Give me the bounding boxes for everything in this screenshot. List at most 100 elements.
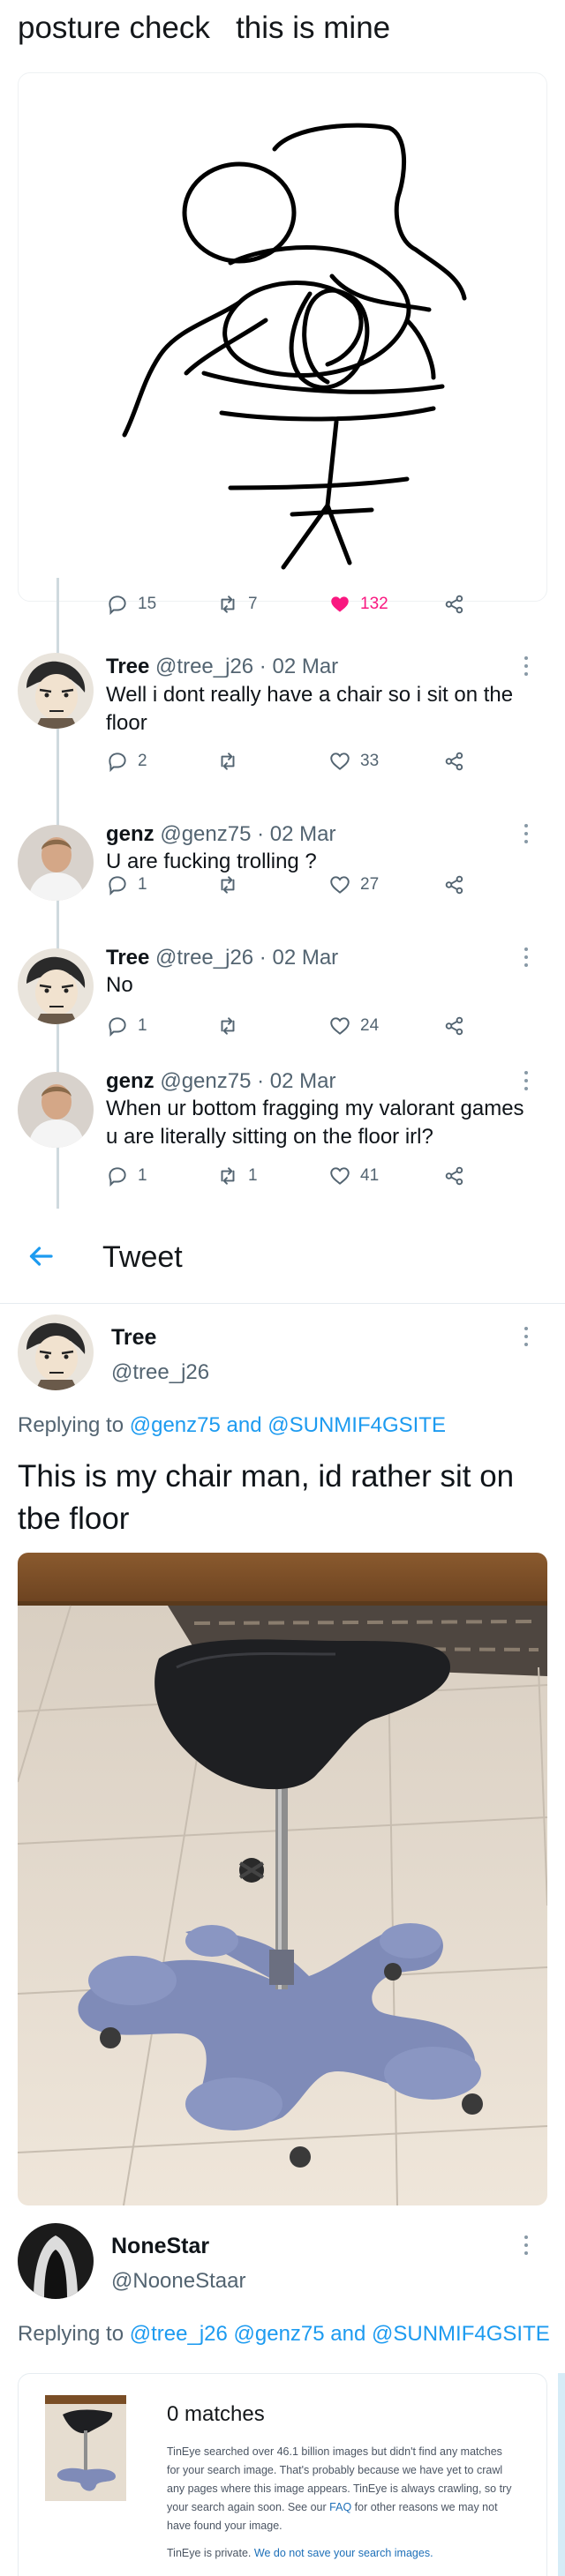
- heart-icon: [330, 1167, 350, 1185]
- avatar-tree[interactable]: [18, 653, 94, 729]
- more-icon[interactable]: [524, 656, 529, 676]
- like-count: 27: [360, 875, 380, 894]
- replying-and[interactable]: and: [330, 2322, 365, 2346]
- tineye-description: TinEye searched over 46.1 billion images…: [167, 2443, 516, 2535]
- like-count: 24: [360, 1016, 380, 1035]
- reply-icon: [109, 1167, 126, 1187]
- anime-avatar-image: [18, 653, 94, 729]
- tweet-header-bar: Tweet: [0, 1209, 565, 1304]
- author-name[interactable]: NoneStar: [111, 2234, 209, 2259]
- avatar-tree[interactable]: [18, 948, 94, 1024]
- more-icon[interactable]: [524, 1071, 529, 1090]
- share-button[interactable]: [443, 873, 466, 896]
- more-icon[interactable]: [524, 824, 529, 843]
- reply-text: U are fucking trolling ?: [106, 850, 317, 873]
- tineye-thumbnail: [45, 2395, 126, 2501]
- author-handle: @tree_j26: [155, 946, 254, 970]
- mention-link[interactable]: @SUNMIF4GSITE: [267, 1413, 446, 1437]
- share-icon: [445, 752, 463, 771]
- like-button[interactable]: 27: [328, 873, 379, 896]
- reply-count: 1: [138, 875, 147, 894]
- reply-button[interactable]: 15: [106, 593, 156, 616]
- photo-avatar-image: [18, 1072, 94, 1148]
- more-icon[interactable]: [524, 947, 529, 967]
- share-button[interactable]: [443, 750, 466, 773]
- tineye-private-part1: TinEye is private.: [167, 2547, 252, 2559]
- anime-avatar-image: [18, 1314, 94, 1390]
- author-name[interactable]: genz: [106, 822, 154, 846]
- chair-photo[interactable]: [18, 1553, 547, 2205]
- tweet-date: 02 Mar: [269, 822, 336, 846]
- author-handle: @genz75: [160, 1069, 252, 1093]
- replying-prefix: Replying to: [18, 2322, 124, 2346]
- replying-prefix: Replying to: [18, 1413, 124, 1437]
- more-icon[interactable]: [524, 1327, 529, 1346]
- mention-link[interactable]: @genz75: [130, 1413, 221, 1437]
- more-icon[interactable]: [524, 2235, 529, 2255]
- top-tweet-text: posture check this is mine: [18, 11, 391, 45]
- retweet-count: 1: [248, 1166, 258, 1185]
- reply-text: Well i dont really have a chair so i sit…: [106, 683, 514, 735]
- share-button[interactable]: [443, 593, 466, 616]
- reply-text: No: [106, 973, 133, 997]
- like-button[interactable]: 41: [328, 1164, 379, 1187]
- reply-button[interactable]: 1: [106, 1164, 147, 1187]
- page-title: Tweet: [102, 1240, 183, 1274]
- scroll-indicator: [558, 2373, 565, 2576]
- like-count: 41: [360, 1166, 380, 1185]
- author-name[interactable]: Tree: [106, 655, 149, 678]
- mention-link[interactable]: @tree_j26: [130, 2322, 228, 2346]
- tineye-private-link[interactable]: We do not save your search images.: [254, 2547, 433, 2559]
- author-name[interactable]: genz: [106, 1069, 154, 1093]
- reply-author-line: Tree @tree_j26 · 02 Mar: [106, 655, 339, 678]
- reply-button[interactable]: 1: [106, 1015, 147, 1037]
- retweet-icon: [221, 1167, 235, 1185]
- author-handle: @genz75: [160, 822, 252, 846]
- reply-button[interactable]: 2: [106, 750, 147, 773]
- retweet-button[interactable]: 1: [216, 1164, 258, 1187]
- saddle-stool-thumbnail: [45, 2395, 126, 2501]
- tineye-privacy-note: TinEye is private. We do not save your s…: [167, 2547, 433, 2559]
- heart-icon: [330, 753, 350, 770]
- like-count: 33: [360, 752, 380, 770]
- avatar-nonestar[interactable]: [18, 2223, 94, 2299]
- avatar-genz[interactable]: [18, 825, 94, 901]
- replying-and[interactable]: and: [227, 1413, 262, 1437]
- share-button[interactable]: [443, 1164, 466, 1187]
- hooded-figure-avatar: [18, 2223, 94, 2299]
- reply-button[interactable]: 1: [106, 873, 147, 896]
- reply-count: 1: [138, 1166, 147, 1185]
- tineye-faq-link[interactable]: FAQ: [329, 2501, 351, 2513]
- share-button[interactable]: [443, 1015, 466, 1037]
- share-icon: [445, 875, 463, 895]
- avatar-genz[interactable]: [18, 1072, 94, 1148]
- anime-avatar-image: [18, 948, 94, 1024]
- like-button[interactable]: 24: [328, 1015, 379, 1037]
- author-name[interactable]: Tree: [106, 946, 149, 970]
- retweet-button[interactable]: [216, 873, 248, 896]
- tineye-result-image[interactable]: 0 matches TinEye searched over 46.1 bill…: [18, 2373, 547, 2576]
- heart-icon: [330, 1017, 350, 1035]
- back-arrow-icon[interactable]: [25, 1240, 56, 1272]
- retweet-button[interactable]: [216, 750, 248, 773]
- reply-icon: [109, 1017, 126, 1037]
- author-name[interactable]: Tree: [111, 1325, 156, 1351]
- replying-to-line: Replying to @genz75 and @SUNMIF4GSITE: [18, 1413, 446, 1438]
- share-icon: [445, 1166, 463, 1186]
- retweet-button[interactable]: [216, 1015, 248, 1037]
- reply-count: 2: [138, 752, 147, 770]
- retweet-button[interactable]: 7: [216, 593, 258, 616]
- like-button[interactable]: 132: [328, 593, 388, 616]
- mention-link[interactable]: @SUNMIF4GSITE: [372, 2322, 550, 2346]
- mention-link[interactable]: @genz75: [234, 2322, 325, 2346]
- reply-count: 15: [138, 595, 157, 613]
- reply-icon: [109, 753, 126, 773]
- author-handle: @tree_j26: [155, 655, 254, 678]
- retweet-icon: [221, 876, 235, 894]
- saddle-stool-image: [18, 1553, 547, 2205]
- posture-drawing-image[interactable]: [18, 72, 547, 602]
- reply-count: 1: [138, 1016, 147, 1035]
- like-button[interactable]: 33: [328, 750, 379, 773]
- stick-figure-drawing: [122, 123, 467, 570]
- avatar-tree[interactable]: [18, 1314, 94, 1390]
